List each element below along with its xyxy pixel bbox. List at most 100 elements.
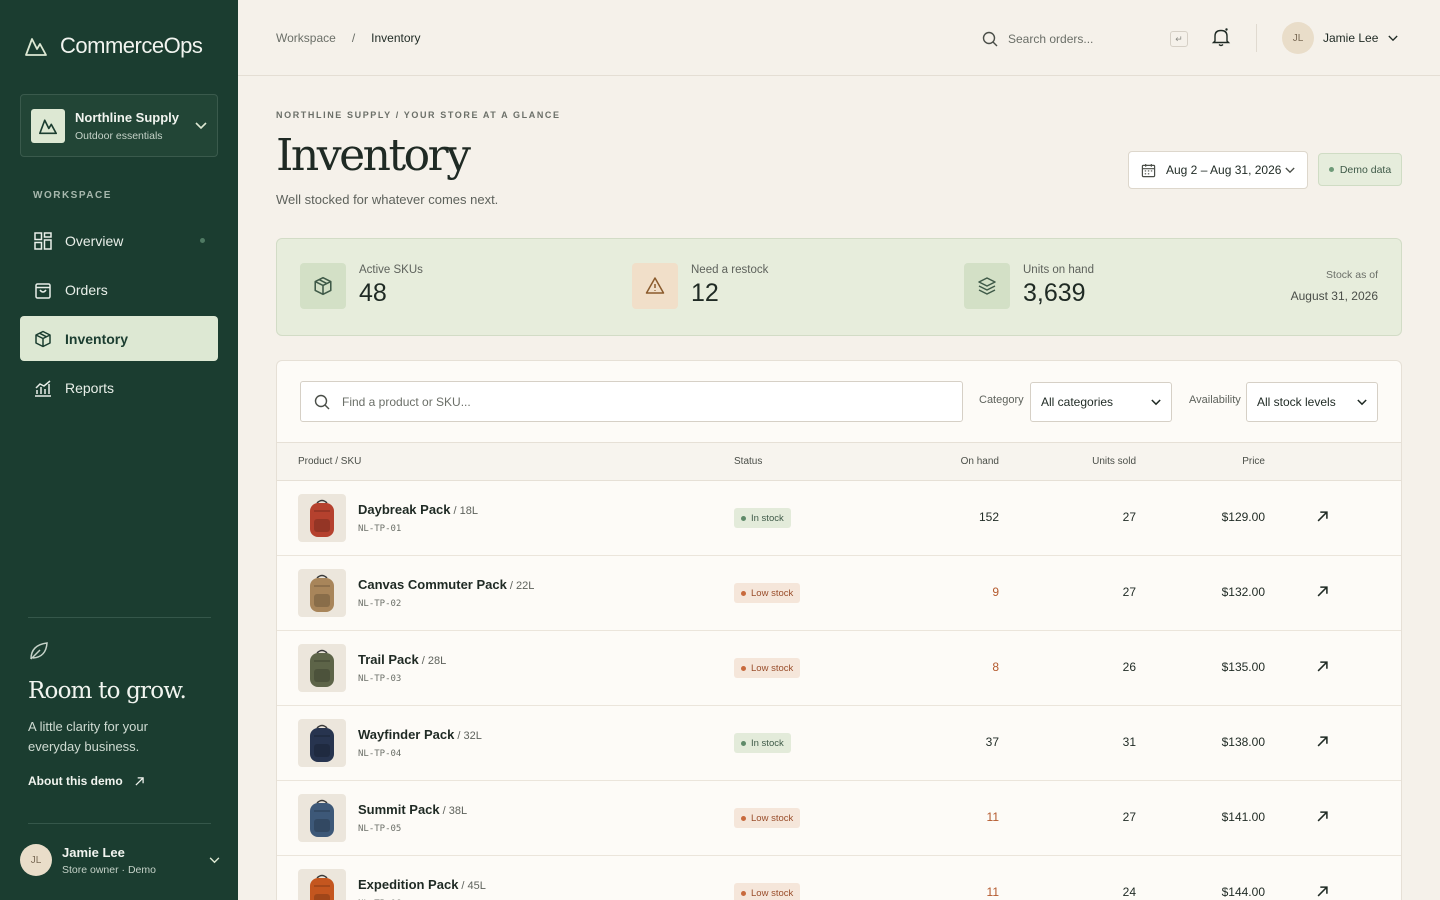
open-product-icon[interactable] — [1317, 511, 1328, 522]
chevron-down-icon — [1357, 398, 1367, 405]
status-label: Low stock — [751, 587, 794, 599]
product-name[interactable]: Summit Pack/ 38L — [358, 802, 467, 817]
availability-value: All stock levels — [1257, 395, 1336, 409]
price-value: $129.00 — [1221, 510, 1265, 524]
backpack-icon — [310, 874, 334, 900]
product-name[interactable]: Wayfinder Pack/ 32L — [358, 727, 482, 742]
column-header-price[interactable]: Price — [1242, 456, 1265, 467]
units-sold-value: 27 — [1122, 810, 1136, 824]
table-row[interactable]: Summit Pack/ 38L NL-TP-05 Low stock 11 27 $14… — [277, 781, 1401, 856]
promo-text: A little clarity for your everyday busin… — [28, 719, 148, 754]
product-name[interactable]: Expedition Pack/ 45L — [358, 877, 486, 892]
on-hand-value: 9 — [992, 585, 999, 599]
table-row[interactable]: Trail Pack/ 28L NL-TP-03 Low stock 8 26 $135.… — [277, 631, 1401, 706]
price-value: $144.00 — [1221, 885, 1265, 899]
section-label: WORKSPACE — [33, 190, 112, 201]
box-icon — [300, 263, 346, 309]
stat-units-on-hand: Units on hand 3,639 — [964, 263, 1094, 309]
about-demo-label: About this demo — [28, 774, 123, 788]
table-row[interactable]: Daybreak Pack/ 18L NL-TP-01 In stock 152 27 $… — [277, 481, 1401, 556]
badge-dot — [1328, 167, 1334, 172]
open-product-icon[interactable] — [1317, 811, 1328, 822]
product-name-text: Daybreak Pack — [358, 502, 451, 517]
search-placeholder: Find a product or SKU... — [342, 394, 471, 409]
product-thumbnail — [298, 794, 346, 842]
sidebar-item-label: Orders — [65, 281, 108, 298]
breadcrumb-workspace[interactable]: Workspace — [276, 31, 336, 45]
stat-value: 3,639 — [1023, 279, 1086, 307]
status-dot — [741, 590, 746, 596]
arrow-up-right-icon — [135, 776, 144, 786]
chevron-down-icon — [195, 121, 207, 129]
column-header-status[interactable]: Status — [734, 456, 762, 467]
status-label: Low stock — [751, 887, 794, 899]
table-row[interactable]: Expedition Pack/ 45LNL-TP-06Low stock112… — [277, 856, 1401, 900]
price-value: $132.00 — [1221, 585, 1265, 599]
sidebar-item-overview[interactable]: Overview — [20, 218, 218, 263]
category-value: All categories — [1041, 395, 1114, 409]
user-menu[interactable]: JL Jamie Lee — [1282, 22, 1399, 54]
open-product-icon[interactable] — [1317, 886, 1328, 897]
sidebar-item-label: Overview — [65, 232, 124, 249]
status-dot — [741, 665, 746, 671]
sidebar-divider — [28, 823, 211, 824]
column-header-units-sold[interactable]: Units sold — [1092, 456, 1136, 467]
column-header-on-hand[interactable]: On hand — [961, 456, 999, 467]
page-subtitle: Well stocked for whatever comes next. — [276, 192, 499, 207]
units-sold-value: 27 — [1122, 510, 1136, 524]
status-label: Low stock — [751, 812, 794, 824]
price-value: $138.00 — [1221, 735, 1265, 749]
sidebar-item-inventory[interactable]: Inventory — [20, 316, 218, 361]
units-sold-value: 27 — [1122, 585, 1136, 599]
chevron-down-icon — [1151, 398, 1161, 405]
product-size: / 45L — [461, 880, 486, 892]
status-dot — [741, 740, 746, 746]
about-demo-link[interactable]: About this demo — [28, 774, 144, 788]
status-label: In stock — [751, 737, 784, 749]
sidebar-item-label: Inventory — [65, 330, 129, 347]
stock-as-of-date: August 31, 2026 — [1290, 289, 1378, 303]
category-select[interactable]: All categories — [1030, 382, 1172, 422]
layers-icon — [964, 263, 1010, 309]
stat-value: 12 — [691, 279, 719, 307]
promo-title: Room to grow. — [28, 678, 187, 704]
backpack-icon — [310, 499, 334, 537]
bell-icon[interactable] — [1211, 27, 1231, 47]
chevron-down-icon — [1285, 167, 1295, 173]
chevron-down-icon — [209, 856, 220, 863]
product-name[interactable]: Canvas Commuter Pack/ 22L — [358, 577, 534, 592]
table-row[interactable]: Wayfinder Pack/ 32L NL-TP-04 In stock 37 31 $… — [277, 706, 1401, 781]
user-name: Jamie Lee — [62, 844, 125, 860]
open-product-icon[interactable] — [1317, 661, 1328, 672]
product-search-input[interactable]: Find a product or SKU... — [300, 381, 963, 422]
stat-label: Need a restock — [691, 264, 769, 276]
product-name[interactable]: Trail Pack/ 28L — [358, 652, 446, 667]
price-value: $141.00 — [1221, 810, 1265, 824]
on-hand-value: 11 — [986, 885, 999, 899]
category-label: Category — [979, 394, 1024, 406]
store-tagline: Outdoor essentials — [75, 129, 163, 142]
product-name[interactable]: Daybreak Pack/ 18L — [358, 502, 478, 517]
table-row[interactable]: Canvas Commuter Pack/ 22L NL-TP-02 Low sto… — [277, 556, 1401, 631]
sidebar-user-menu[interactable]: JL Jamie Lee Store owner · Demo — [20, 844, 220, 876]
order-search-input[interactable]: Search orders... ↵ — [982, 26, 1188, 52]
sidebar-item-orders[interactable]: Orders — [20, 267, 218, 312]
column-header-product[interactable]: Product / SKU — [298, 456, 361, 467]
product-thumbnail — [298, 569, 346, 617]
breadcrumb: Workspace / Inventory — [276, 31, 421, 45]
product-sku: NL-TP-05 — [358, 824, 402, 834]
date-range-picker[interactable]: Aug 2 – Aug 31, 2026 — [1128, 151, 1308, 189]
search-icon — [982, 31, 998, 47]
backpack-icon — [310, 649, 334, 687]
open-product-icon[interactable] — [1317, 736, 1328, 747]
sidebar: CommerceOps Northline Supply Outdoor ess… — [0, 0, 238, 900]
topbar: Workspace / Inventory Search orders... ↵… — [238, 0, 1440, 76]
sidebar-item-reports[interactable]: Reports — [20, 365, 218, 410]
availability-select[interactable]: All stock levels — [1246, 382, 1378, 422]
status-badge: Low stock — [734, 808, 801, 828]
store-switcher[interactable]: Northline Supply Outdoor essentials — [20, 94, 218, 157]
topbar-divider — [1256, 24, 1257, 52]
product-name-text: Canvas Commuter Pack — [358, 577, 507, 592]
brand[interactable]: CommerceOps — [24, 33, 203, 59]
open-product-icon[interactable] — [1317, 586, 1328, 597]
